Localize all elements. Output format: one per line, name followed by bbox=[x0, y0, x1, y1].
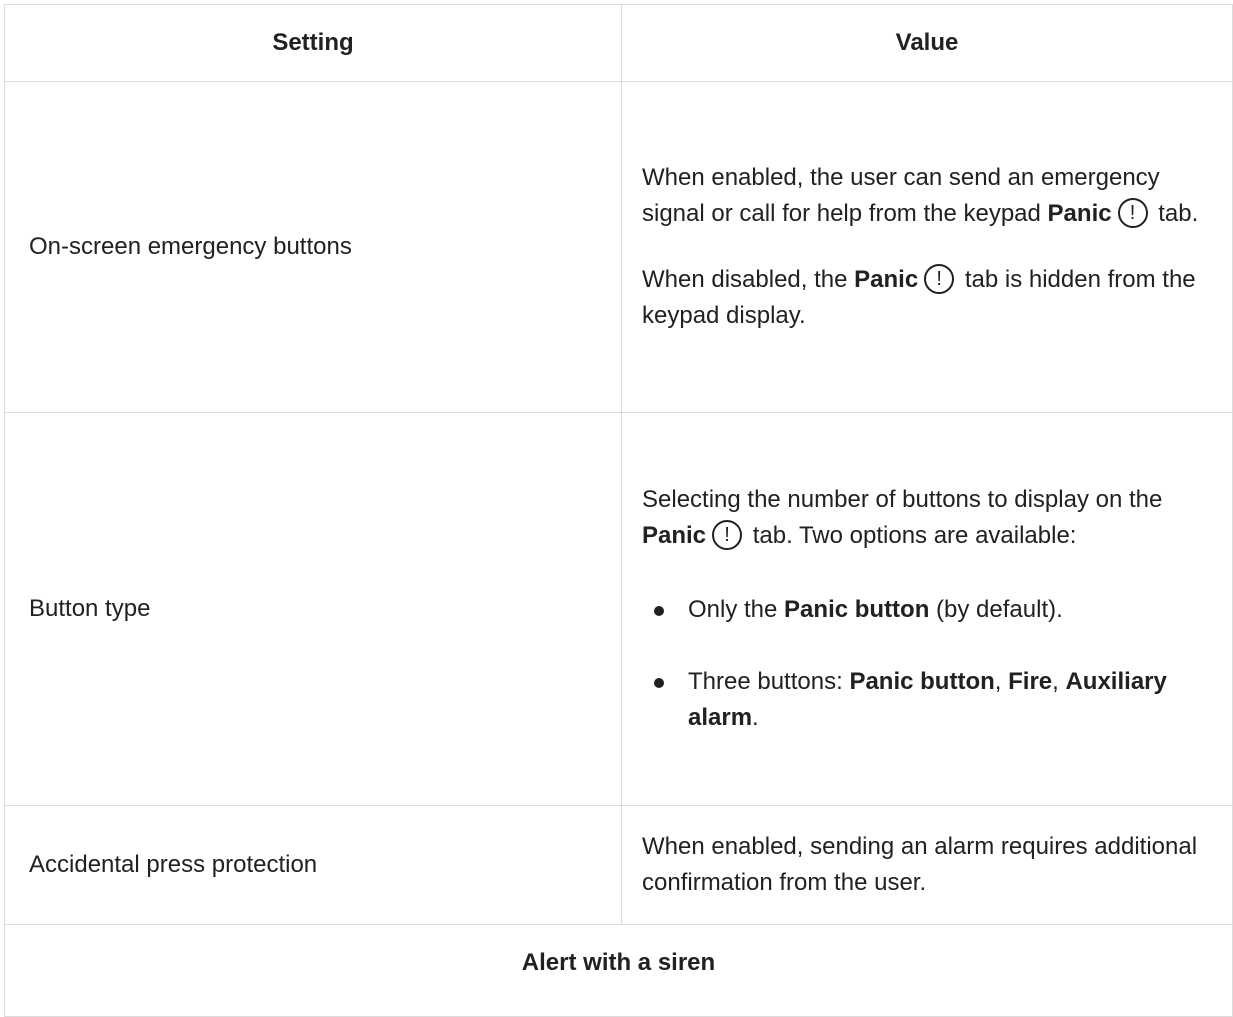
bullet-icon bbox=[654, 678, 664, 688]
table-row: On-screen emergency buttons When enabled… bbox=[4, 81, 1233, 413]
value-column-header: Value bbox=[621, 4, 1233, 82]
settings-table: Setting Value On-screen emergency button… bbox=[4, 4, 1233, 1017]
value-paragraph: Selecting the number of buttons to displ… bbox=[642, 486, 1163, 550]
table-header-row: Setting Value bbox=[4, 4, 1233, 82]
section-header: Alert with a siren bbox=[4, 924, 1233, 1017]
panic-exclamation-icon: ! bbox=[712, 519, 743, 550]
setting-cell: Button type bbox=[4, 412, 622, 806]
setting-column-header: Setting bbox=[4, 4, 622, 82]
table-row: Accidental press protection When enabled… bbox=[4, 805, 1233, 925]
setting-cell: Accidental press protection bbox=[4, 805, 622, 925]
section-header-row: Alert with a siren bbox=[4, 924, 1233, 1017]
panic-exclamation-icon: ! bbox=[924, 263, 955, 294]
value-paragraph: When enabled, the user can send an emerg… bbox=[642, 164, 1199, 228]
list-item: Only the Panic button (by default). bbox=[642, 592, 1212, 628]
setting-cell: On-screen emergency buttons bbox=[4, 81, 622, 413]
value-cell: When enabled, sending an alarm requires … bbox=[621, 805, 1233, 925]
panic-exclamation-icon: ! bbox=[1117, 197, 1148, 228]
options-list: Only the Panic button (by default). Thre… bbox=[642, 592, 1212, 736]
list-item: Three buttons: Panic button, Fire, Auxil… bbox=[642, 664, 1212, 736]
bullet-icon bbox=[654, 606, 664, 616]
value-paragraph: When disabled, the Panic! tab is hidden … bbox=[642, 262, 1212, 334]
value-cell: Selecting the number of buttons to displ… bbox=[621, 412, 1233, 806]
table-row: Button type Selecting the number of butt… bbox=[4, 412, 1233, 806]
value-cell: When enabled, the user can send an emerg… bbox=[621, 81, 1233, 413]
